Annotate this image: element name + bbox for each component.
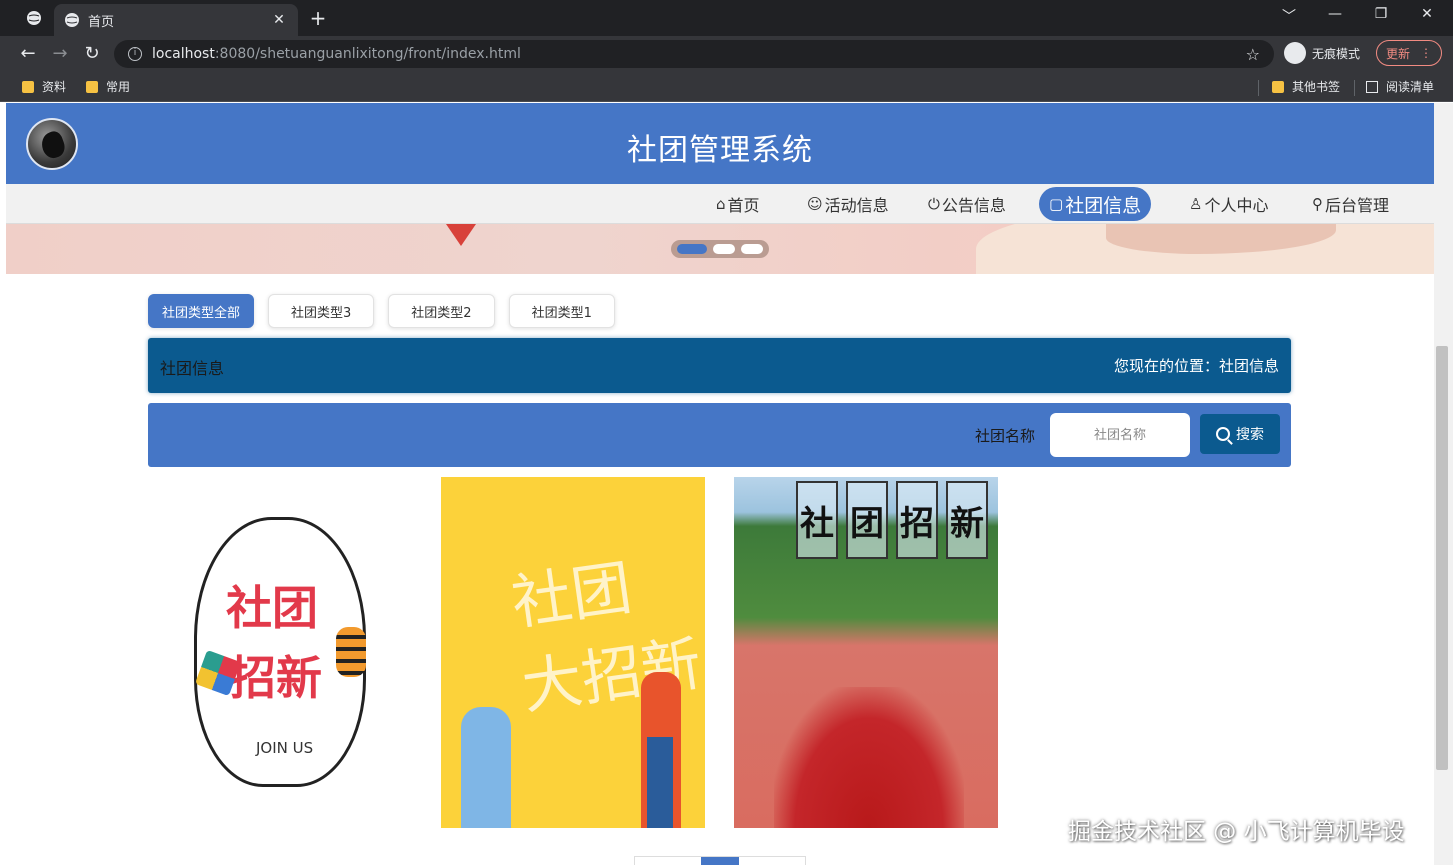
folder-icon (86, 80, 98, 93)
search-panel: 社团名称 搜索 (148, 403, 1291, 467)
card-image-text: 招新 (230, 651, 322, 705)
card-image-text: 团 (846, 481, 888, 559)
reading-list[interactable]: 阅读清单 (1366, 78, 1434, 95)
globe-icon (65, 13, 79, 27)
carousel-dot-1[interactable] (677, 244, 707, 254)
smile-icon: ☺ (807, 195, 823, 213)
scrollbar-thumb[interactable] (1436, 346, 1448, 770)
bookmark-folder-ziliao[interactable]: 资料 (22, 78, 66, 95)
close-icon[interactable]: ✕ (270, 12, 288, 28)
breadcrumb-location: 您现在的位置：社团信息 (1113, 357, 1279, 375)
nav-admin[interactable]: ⚲ 后台管理 (1302, 187, 1399, 221)
new-tab-button[interactable]: + (306, 6, 330, 30)
site-title: 社团管理系统 (627, 133, 813, 168)
club-card[interactable]: 社 团 招 新 (734, 477, 998, 828)
bookmark-separator (1258, 80, 1259, 96)
search-label: 社团名称 (975, 427, 1036, 445)
update-button[interactable]: 更新 ⋮ (1376, 40, 1442, 66)
address-bar[interactable]: i localhost:8080/shetuanguanlixitong/fro… (114, 40, 1274, 68)
forward-arrow-icon[interactable]: → (48, 42, 72, 66)
nav-announcements[interactable]: ⏻ 公告信息 (918, 187, 1016, 221)
type-tab-2[interactable]: 社团类型2 (388, 294, 495, 328)
carousel-dot-2[interactable] (713, 244, 735, 254)
bookmark-folder-changyong[interactable]: 常用 (86, 78, 130, 95)
card-image-text: 社 (796, 481, 838, 559)
club-card[interactable]: 社团 招新 JOIN US (148, 477, 412, 828)
bookmark-star-icon[interactable]: ☆ (1246, 45, 1260, 64)
nav-home[interactable]: ⌂ 首页 (706, 187, 770, 221)
card-image-text: 招 (896, 481, 938, 559)
card-illustration (461, 707, 511, 828)
link-icon: ⚲ (1312, 195, 1323, 213)
card-image-text: 社团 (226, 581, 318, 635)
site-header: 社团管理系统 (6, 103, 1434, 184)
info-icon[interactable]: i (128, 47, 142, 61)
user-icon: ♙ (1189, 195, 1203, 213)
club-card[interactable]: 社团 大招新 (441, 477, 705, 828)
nav-clubs[interactable]: ▢ 社团信息 (1039, 187, 1152, 221)
folder-icon (22, 80, 34, 93)
folder-icon (1272, 80, 1284, 93)
carousel-banner (6, 224, 1434, 274)
globe-icon[interactable] (26, 10, 42, 26)
window-close-button[interactable]: ✕ (1412, 6, 1442, 22)
browser-tab-strip: 首页 ✕ + ﹀ — ❐ ✕ (0, 0, 1453, 36)
search-icon (1216, 427, 1230, 441)
reload-icon[interactable]: ↻ (80, 42, 104, 66)
update-label: 更新 (1385, 46, 1410, 61)
minimize-button[interactable]: — (1320, 6, 1350, 22)
incognito-indicator[interactable]: 无痕模式 (1284, 42, 1360, 64)
type-tab-1[interactable]: 社团类型1 (508, 294, 615, 328)
page-viewport: 社团管理系统 ⌂ 首页 ☺ 活动信息 ⏻ 公告信息 ▢ 社团信息 ♙ 个人中心 ⚲ 后台管理… (6, 103, 1434, 865)
menu-dots-icon: ⋮ (1420, 46, 1432, 60)
type-tab-3[interactable]: 社团类型3 (268, 294, 375, 328)
url-path: :8080/shetuanguanlixitong/front/index.ht… (214, 46, 521, 62)
card-illustration (647, 737, 673, 828)
square-icon: ▢ (1049, 195, 1064, 213)
url-host: localhost (152, 46, 215, 62)
breadcrumb: 社团信息 您现在的位置：社团信息 (148, 338, 1291, 393)
banner-decoration (446, 224, 476, 246)
search-button[interactable]: 搜索 (1200, 414, 1280, 454)
tab-search-icon[interactable]: ﹀ (1274, 6, 1304, 26)
tab-title: 首页 (88, 14, 115, 30)
card-image-text: 新 (946, 481, 988, 559)
bookmark-separator (1354, 80, 1355, 96)
restore-button[interactable]: ❐ (1366, 6, 1396, 22)
pagination (634, 856, 806, 865)
type-tab-all[interactable]: 社团类型全部 (148, 294, 255, 328)
watermark: 掘金技术社区 @ 小飞计算机毕设 (1068, 819, 1405, 845)
incognito-label: 无痕模式 (1312, 46, 1361, 61)
bookmarks-bar: 资料 常用 其他书签 阅读清单 (0, 72, 1453, 102)
nav-profile[interactable]: ♙ 个人中心 (1179, 187, 1278, 221)
carousel-indicators (671, 240, 769, 258)
bee-icon (336, 627, 366, 677)
carousel-dot-3[interactable] (741, 244, 763, 254)
search-input[interactable] (1050, 413, 1190, 457)
home-icon: ⌂ (716, 195, 726, 213)
nav-activities[interactable]: ☺ 活动信息 (797, 187, 899, 221)
pagination-current[interactable] (701, 857, 739, 865)
reading-list-icon (1366, 80, 1378, 93)
section-title: 社团信息 (160, 359, 225, 378)
card-image-text: JOIN US (256, 739, 314, 757)
card-illustration (774, 687, 964, 828)
browser-tab-active[interactable]: 首页 ✕ (54, 4, 298, 36)
browser-toolbar: ← → ↻ i localhost:8080/shetuanguanlixito… (0, 36, 1453, 72)
bookmark-folder-other[interactable]: 其他书签 (1272, 78, 1340, 95)
club-type-tabs: 社团类型全部 社团类型3 社团类型2 社团类型1 (148, 294, 615, 328)
incognito-icon (1284, 42, 1306, 64)
power-icon: ⏻ (928, 195, 940, 213)
back-arrow-icon[interactable]: ← (16, 42, 40, 66)
main-navbar: ⌂ 首页 ☺ 活动信息 ⏻ 公告信息 ▢ 社团信息 ♙ 个人中心 ⚲ 后台管理 (6, 184, 1434, 224)
